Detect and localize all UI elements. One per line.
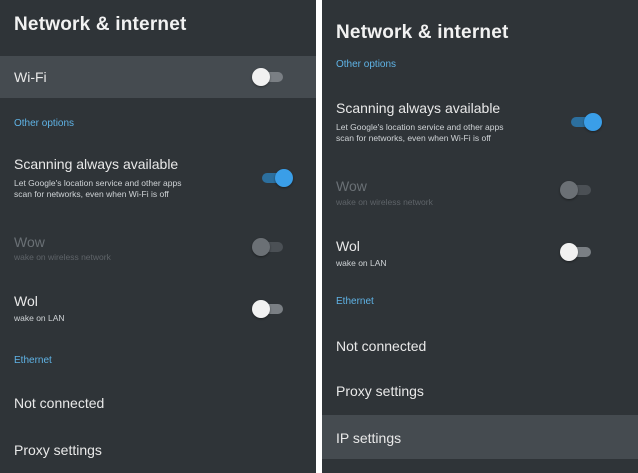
wol-title: Wol	[336, 238, 360, 254]
scanning-toggle[interactable]	[259, 168, 293, 188]
page-title: Network & internet	[336, 22, 509, 43]
section-other-options: Other options	[336, 59, 397, 70]
ip-settings-label: IP settings	[336, 430, 402, 446]
not-connected-label: Not connected	[14, 395, 105, 411]
scanning-row[interactable]: Scanning always available Let Google's l…	[0, 148, 316, 206]
wow-desc: wake on wireless network	[14, 252, 111, 262]
not-connected-row[interactable]: Not connected	[322, 327, 638, 365]
scanning-toggle[interactable]	[568, 112, 602, 132]
section-other-options: Other options	[14, 118, 75, 129]
wol-row[interactable]: Wol wake on LAN	[0, 287, 316, 329]
scanning-row[interactable]: Scanning always available Let Google's l…	[322, 94, 638, 152]
wow-toggle	[252, 237, 286, 257]
scanning-desc-2: scan for networks, even when Wi-Fi is of…	[336, 133, 491, 143]
not-connected-row[interactable]: Not connected	[0, 385, 316, 423]
wol-desc: wake on LAN	[336, 258, 387, 268]
settings-panel-right: Network & internet Other options Scannin…	[322, 0, 638, 473]
scanning-desc-2: scan for networks, even when Wi-Fi is of…	[14, 189, 169, 199]
wol-title: Wol	[14, 293, 38, 309]
section-ethernet: Ethernet	[14, 355, 52, 366]
proxy-settings-row[interactable]: Proxy settings	[0, 432, 316, 470]
scanning-title: Scanning always available	[336, 100, 501, 116]
wow-desc: wake on wireless network	[336, 197, 433, 207]
wow-title: Wow	[14, 234, 45, 250]
not-connected-label: Not connected	[336, 338, 427, 354]
ip-settings-row[interactable]: IP settings	[322, 415, 638, 459]
scanning-desc-1: Let Google's location service and other …	[336, 122, 504, 132]
scanning-desc-1: Let Google's location service and other …	[14, 178, 182, 188]
section-ethernet: Ethernet	[336, 296, 374, 307]
wol-toggle[interactable]	[252, 299, 286, 319]
wow-row: Wow wake on wireless network	[0, 228, 316, 270]
wow-row: Wow wake on wireless network	[322, 172, 638, 214]
settings-panel-left: Network & internet Wi-Fi Other options S…	[0, 0, 316, 473]
wifi-toggle[interactable]	[252, 67, 286, 87]
proxy-settings-label: Proxy settings	[14, 442, 102, 458]
proxy-settings-label: Proxy settings	[336, 383, 424, 399]
wol-desc: wake on LAN	[14, 313, 65, 323]
page-title: Network & internet	[14, 14, 187, 35]
wol-row[interactable]: Wol wake on LAN	[322, 232, 638, 274]
scanning-title: Scanning always available	[14, 156, 179, 172]
wol-toggle[interactable]	[560, 242, 594, 262]
wow-title: Wow	[336, 178, 367, 194]
wifi-row[interactable]: Wi-Fi	[0, 56, 316, 98]
wifi-label: Wi-Fi	[14, 69, 47, 85]
wow-toggle	[560, 180, 594, 200]
proxy-settings-row[interactable]: Proxy settings	[322, 372, 638, 410]
